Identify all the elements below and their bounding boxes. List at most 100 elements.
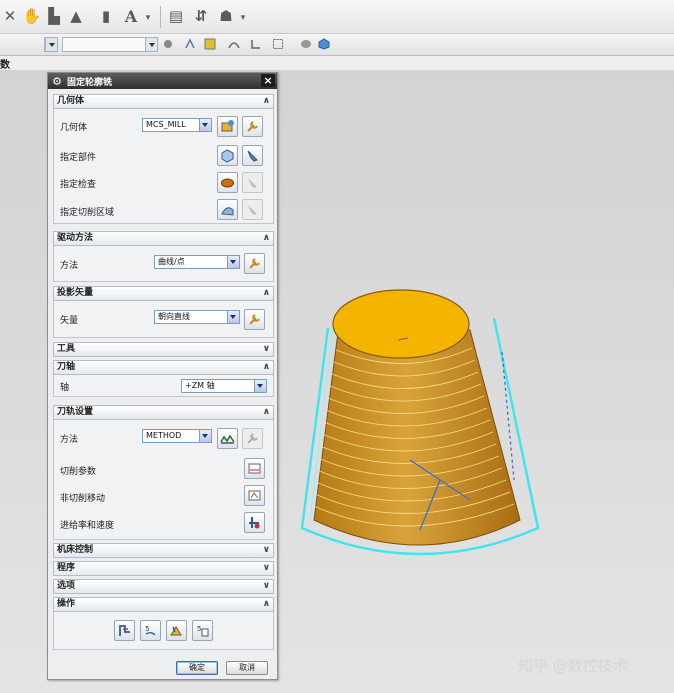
drive-method-select[interactable]: 曲线/点 <box>154 255 240 269</box>
section-drive-method[interactable]: 驱动方法 ∧ <box>53 231 274 246</box>
method-create-icon <box>220 434 235 444</box>
part-top-face <box>332 289 470 359</box>
gear-icon[interactable]: ⚙ <box>51 75 63 88</box>
chevron-up-icon[interactable]: ∧ <box>263 232 270 245</box>
shape-icon[interactable]: ▲ <box>68 7 84 25</box>
dropdown-arrow-icon[interactable]: ▾ <box>235 10 251 26</box>
geometry-select[interactable]: MCS_MILL <box>142 118 212 132</box>
toolpath-cone-model[interactable] <box>280 270 580 580</box>
verify-toolpath-button[interactable] <box>166 620 187 641</box>
stamp-icon[interactable]: ☗ <box>218 7 234 25</box>
close-icon[interactable]: × <box>261 74 275 87</box>
filter-dropdown[interactable] <box>44 37 58 52</box>
section-geometry[interactable]: 几何体 ∧ <box>53 94 274 109</box>
actions-panel: 5 5 <box>53 612 274 650</box>
new-method-button[interactable] <box>217 428 238 449</box>
chevron-down-icon[interactable]: ∨ <box>263 580 270 593</box>
cube-view-icon[interactable] <box>318 38 330 50</box>
toolbar-separator <box>160 6 161 28</box>
section-machine-control-label: 机床控制 <box>57 545 94 555</box>
chevron-up-icon[interactable]: ∧ <box>263 406 270 419</box>
flashlight-icon <box>248 205 257 215</box>
non-cut-moves-button[interactable] <box>244 485 265 506</box>
dialog-title-bar[interactable]: ⚙ 固定轮廓铣 × <box>48 73 277 89</box>
point-snap-icon[interactable] <box>184 38 196 50</box>
section-machine-control[interactable]: 机床控制 ∨ <box>53 543 274 558</box>
select-check-button[interactable] <box>217 172 238 193</box>
path-method-label: 方法 <box>60 435 79 445</box>
section-path-settings-label: 刀轨设置 <box>57 407 94 417</box>
path-settings-panel: 方法 METHOD 切削参数 非切削移动 进给率和速度 <box>53 420 274 540</box>
grid-snap-icon[interactable] <box>204 38 216 50</box>
layer-stack-icon[interactable]: ▤ <box>168 7 184 25</box>
section-options[interactable]: 选项 ∨ <box>53 579 274 594</box>
cut-params-button[interactable] <box>244 458 265 479</box>
axis-select[interactable]: +ZM 轴 <box>181 379 267 393</box>
feeds-speeds-label: 进给率和速度 <box>60 521 115 531</box>
fixed-contour-mill-dialog: ⚙ 固定轮廓铣 × 几何体 ∧ 几何体 MCS_MILL 指定部件 指定检查 指… <box>47 72 278 680</box>
section-projection-vector[interactable]: 投影矢量 ∧ <box>53 286 274 301</box>
bar-icon[interactable]: ▮ <box>98 7 114 25</box>
new-geometry-button[interactable] <box>217 116 238 137</box>
path-method-select[interactable]: METHOD <box>142 429 212 443</box>
replay-toolpath-button[interactable]: 5 <box>140 620 161 641</box>
wrench-icon <box>249 258 260 269</box>
list-toolpath-button[interactable]: 5 <box>192 620 213 641</box>
section-actions[interactable]: 操作 ∧ <box>53 597 274 612</box>
chevron-down-icon[interactable]: ∨ <box>263 343 270 356</box>
svg-text:5: 5 <box>145 625 149 633</box>
specify-part-label: 指定部件 <box>60 153 97 163</box>
section-program[interactable]: 程序 ∨ <box>53 561 274 576</box>
ruler-icon[interactable]: ▙ <box>46 7 62 25</box>
chevron-down-icon[interactable]: ∨ <box>263 544 270 557</box>
generate-toolpath-button[interactable] <box>114 620 135 641</box>
svg-text:5: 5 <box>197 625 201 633</box>
drive-method-label: 方法 <box>60 261 79 271</box>
replay-icon: 5 <box>145 625 156 636</box>
tool-axis-panel: 轴 +ZM 轴 <box>53 375 274 397</box>
section-tool-axis-label: 刀轴 <box>57 362 76 372</box>
main-toolbar: ✕ ✋ ▙ ▲ ▮ A ▾ ▤ ⇵ ☗ ▾ <box>0 0 674 34</box>
section-tool-label: 工具 <box>57 344 76 354</box>
exchange-icon[interactable]: ⇵ <box>193 7 209 25</box>
wrench-icon <box>249 314 260 325</box>
display-part-button[interactable] <box>242 145 263 166</box>
snap-icon[interactable] <box>162 38 174 50</box>
hand-pan-icon[interactable]: ✋ <box>23 7 42 25</box>
display-cut-area-button[interactable] <box>242 199 263 220</box>
corner-snap-icon[interactable] <box>250 38 262 50</box>
chevron-up-icon[interactable]: ∧ <box>263 598 270 611</box>
section-tool[interactable]: 工具 ∨ <box>53 342 274 357</box>
section-geometry-label: 几何体 <box>57 96 85 106</box>
dialog-title: 固定轮廓铣 <box>67 77 113 88</box>
display-check-button[interactable] <box>242 172 263 193</box>
geometry-panel: 几何体 MCS_MILL 指定部件 指定检查 指定切削区域 <box>53 109 274 224</box>
edit-drive-button[interactable] <box>244 253 265 274</box>
vector-label: 矢量 <box>60 316 79 326</box>
select-part-button[interactable] <box>217 145 238 166</box>
text-annotation-icon[interactable]: A <box>123 7 139 26</box>
chevron-up-icon[interactable]: ∧ <box>263 287 270 300</box>
chevron-down-icon[interactable]: ∨ <box>263 562 270 575</box>
select-cut-area-button[interactable] <box>217 199 238 220</box>
curve-snap-icon[interactable] <box>228 38 240 50</box>
ok-button[interactable]: 确定 <box>176 661 218 675</box>
chevron-up-icon[interactable]: ∧ <box>263 95 270 108</box>
cross-arrows-icon[interactable]: ✕ <box>2 7 18 25</box>
box-select-icon[interactable] <box>272 38 284 50</box>
chevron-up-icon[interactable]: ∧ <box>263 361 270 374</box>
feeds-speeds-button[interactable] <box>244 512 265 533</box>
selection-scope-dropdown[interactable] <box>62 37 158 52</box>
section-projection-label: 投影矢量 <box>57 288 94 298</box>
section-path-settings[interactable]: 刀轨设置 ∧ <box>53 405 274 420</box>
section-tool-axis[interactable]: 刀轴 ∧ <box>53 360 274 375</box>
edit-geometry-button[interactable] <box>242 116 263 137</box>
edit-vector-button[interactable] <box>244 309 265 330</box>
vector-select[interactable]: 朝向直线 <box>154 310 240 324</box>
dropdown-arrow-icon[interactable]: ▾ <box>140 10 156 26</box>
shaded-view-icon[interactable] <box>300 38 312 50</box>
geometry-create-icon <box>221 120 234 132</box>
edit-method-button[interactable] <box>242 428 263 449</box>
cancel-button[interactable]: 取消 <box>226 661 268 675</box>
cut-params-label: 切削参数 <box>60 467 97 477</box>
